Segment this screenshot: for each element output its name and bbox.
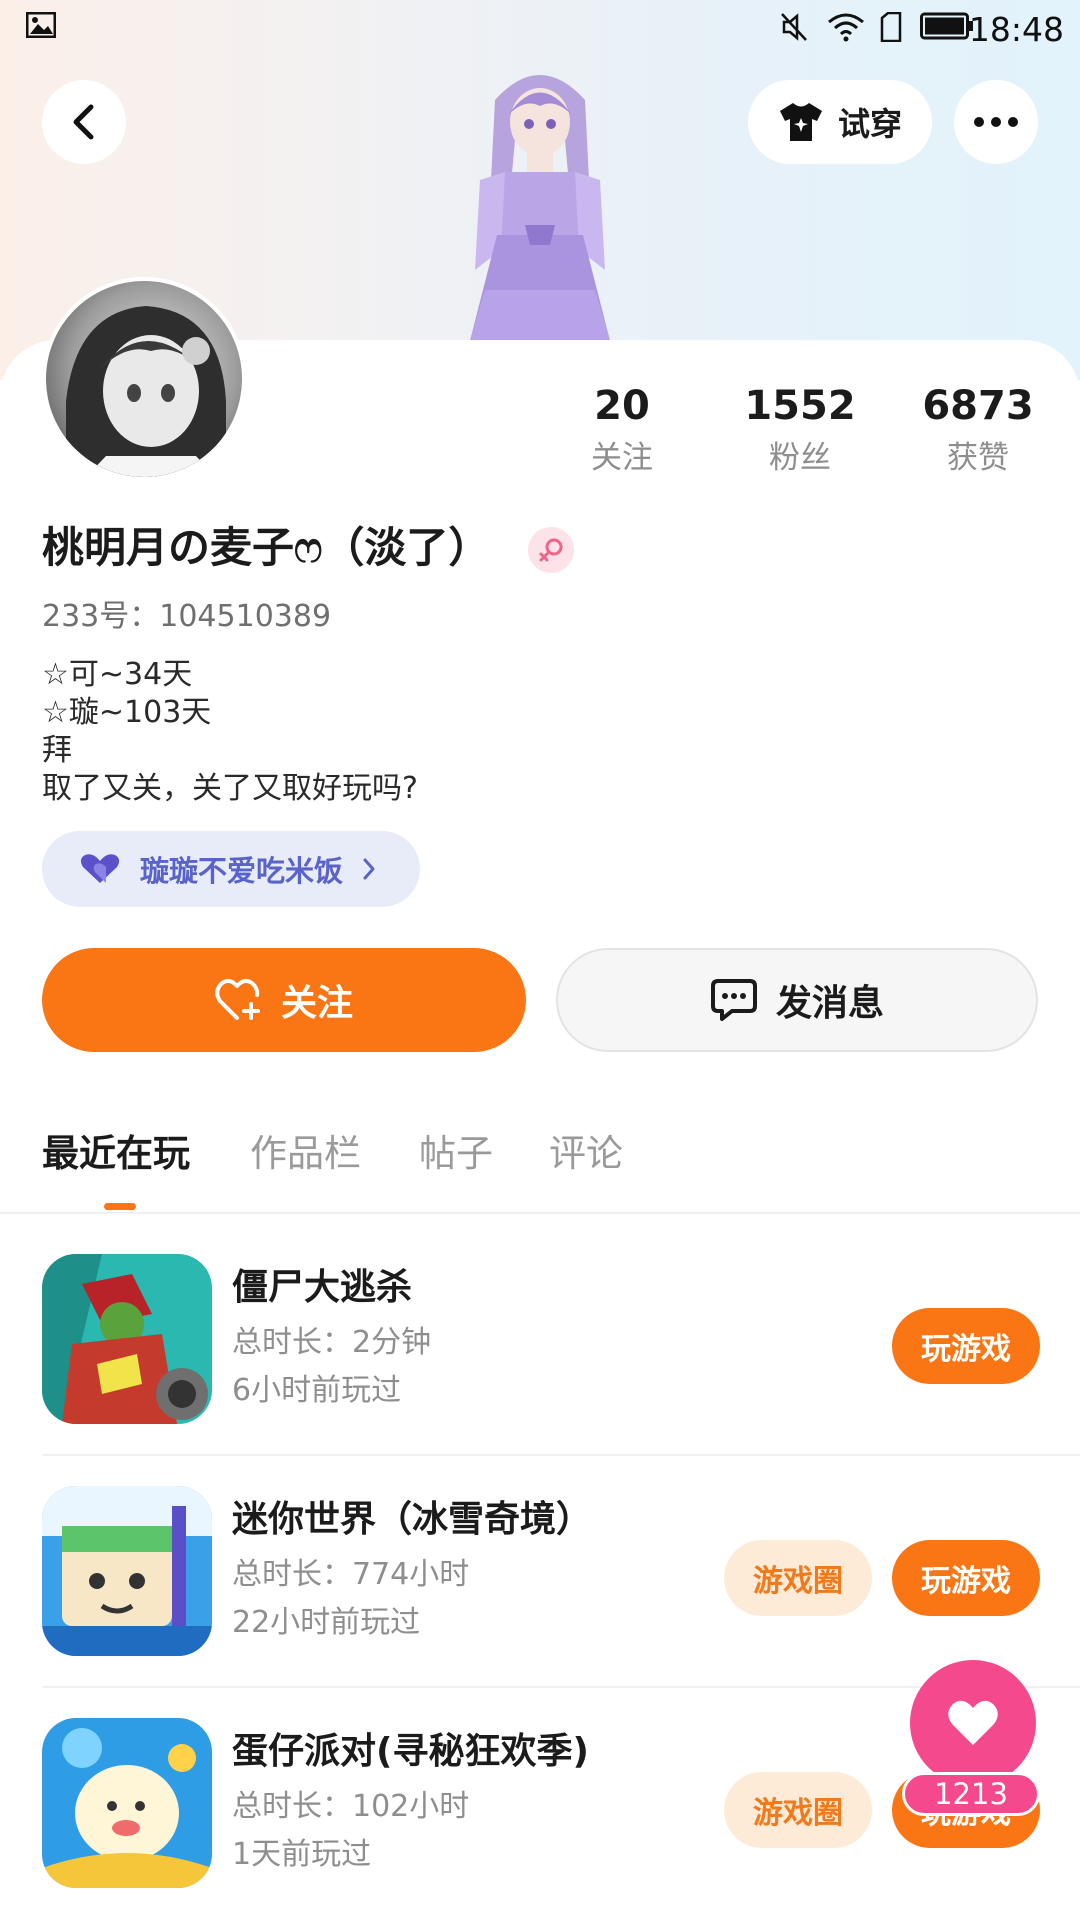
user-id[interactable]: 233号：104510389 bbox=[42, 596, 331, 638]
following-count: 20 bbox=[594, 383, 650, 429]
nickname: 桃明月の麦子ෆ（淡了） bbox=[42, 523, 491, 572]
tab-posts[interactable]: 帖子 bbox=[419, 1128, 493, 1180]
bio-line: 取了又关，关了又取好玩吗? bbox=[42, 771, 418, 806]
tab-works[interactable]: 作品栏 bbox=[250, 1128, 361, 1180]
bio-line: ☆璇~103天 bbox=[42, 695, 212, 730]
status-time: 18:48 bbox=[968, 10, 1064, 49]
stat-following[interactable]: 20 关注 bbox=[552, 378, 692, 480]
game-icon-mini-world bbox=[42, 1486, 212, 1656]
game-title: 蛋仔派对(寻秘狂欢季) bbox=[232, 1731, 589, 1772]
game-title: 僵尸大逃杀 bbox=[232, 1267, 413, 1308]
chevron-left-icon bbox=[73, 104, 94, 140]
play-game-button[interactable]: 玩游戏 bbox=[892, 1540, 1040, 1616]
shirt-icon bbox=[779, 103, 822, 141]
fans-label: 粉丝 bbox=[769, 440, 831, 476]
game-last-played: 22小时前玩过 bbox=[232, 1605, 421, 1640]
back-button[interactable] bbox=[42, 80, 126, 164]
avatar[interactable] bbox=[42, 277, 246, 481]
stat-fans[interactable]: 1552 粉丝 bbox=[730, 378, 870, 480]
game-list-item[interactable]: 僵尸大逃杀 总时长：2分钟 6小时前玩过 玩游戏 bbox=[42, 1234, 1080, 1466]
message-button[interactable]: 发消息 bbox=[556, 948, 1038, 1052]
message-label: 发消息 bbox=[775, 983, 884, 1024]
try-on-label: 试穿 bbox=[837, 105, 902, 143]
game-circle-button[interactable]: 游戏圈 bbox=[724, 1540, 872, 1616]
bio-line: ☆可~34天 bbox=[42, 657, 193, 692]
game-icon-zombie bbox=[42, 1254, 212, 1424]
status-bar: 18:48 bbox=[0, 0, 1080, 62]
cp-tag-label: 璇璇不爱吃米饭 bbox=[140, 854, 344, 888]
battery-icon bbox=[920, 12, 974, 40]
game-duration: 总时长：774小时 bbox=[232, 1557, 470, 1592]
follow-label: 关注 bbox=[280, 983, 353, 1024]
floating-like-button[interactable]: 1213 bbox=[902, 1660, 1042, 1820]
game-duration: 总时长：2分钟 bbox=[232, 1325, 432, 1360]
female-icon bbox=[528, 527, 574, 573]
play-game-button[interactable]: 玩游戏 bbox=[892, 1308, 1040, 1384]
tab-indicator bbox=[104, 1203, 136, 1210]
tab-divider bbox=[0, 1212, 1080, 1214]
tab-recently-played[interactable]: 最近在玩 bbox=[42, 1128, 190, 1180]
like-count: 1213 bbox=[902, 1772, 1040, 1816]
stat-likes[interactable]: 6873 获赞 bbox=[908, 378, 1048, 480]
like-circle[interactable] bbox=[910, 1660, 1036, 1786]
chat-bubble-icon bbox=[710, 979, 757, 1021]
bio: ☆可~34天 ☆璇~103天 拜 取了又关，关了又取好玩吗? bbox=[42, 656, 418, 808]
more-dots-icon bbox=[974, 117, 1018, 127]
try-on-button[interactable]: 试穿 bbox=[748, 80, 932, 164]
game-last-played: 1天前玩过 bbox=[232, 1837, 372, 1872]
mute-icon bbox=[780, 12, 808, 42]
more-button[interactable] bbox=[954, 80, 1038, 164]
double-heart-icon bbox=[80, 854, 120, 883]
heart-icon bbox=[948, 1700, 998, 1745]
sim-icon bbox=[880, 12, 902, 42]
game-title: 迷你世界（冰雪奇境） bbox=[232, 1499, 593, 1540]
bio-line: 拜 bbox=[42, 733, 72, 768]
likes-count: 6873 bbox=[922, 383, 1034, 429]
game-last-played: 6小时前玩过 bbox=[232, 1373, 402, 1408]
wifi-icon bbox=[826, 12, 866, 42]
heart-plus-icon bbox=[215, 979, 260, 1020]
row-divider bbox=[42, 1454, 1080, 1456]
follow-button[interactable]: 关注 bbox=[42, 948, 526, 1052]
dressup-character[interactable] bbox=[405, 60, 675, 380]
following-label: 关注 bbox=[591, 440, 653, 476]
game-icon-eggy-party bbox=[42, 1718, 212, 1888]
cp-tag[interactable]: 璇璇不爱吃米饭 bbox=[42, 831, 420, 907]
tab-comments[interactable]: 评论 bbox=[549, 1128, 623, 1180]
gallery-icon bbox=[26, 12, 56, 38]
likes-label: 获赞 bbox=[947, 440, 1009, 476]
fans-count: 1552 bbox=[744, 383, 856, 429]
chevron-right-icon bbox=[363, 858, 375, 880]
game-duration: 总时长：102小时 bbox=[232, 1789, 470, 1824]
game-circle-button[interactable]: 游戏圈 bbox=[724, 1772, 872, 1848]
